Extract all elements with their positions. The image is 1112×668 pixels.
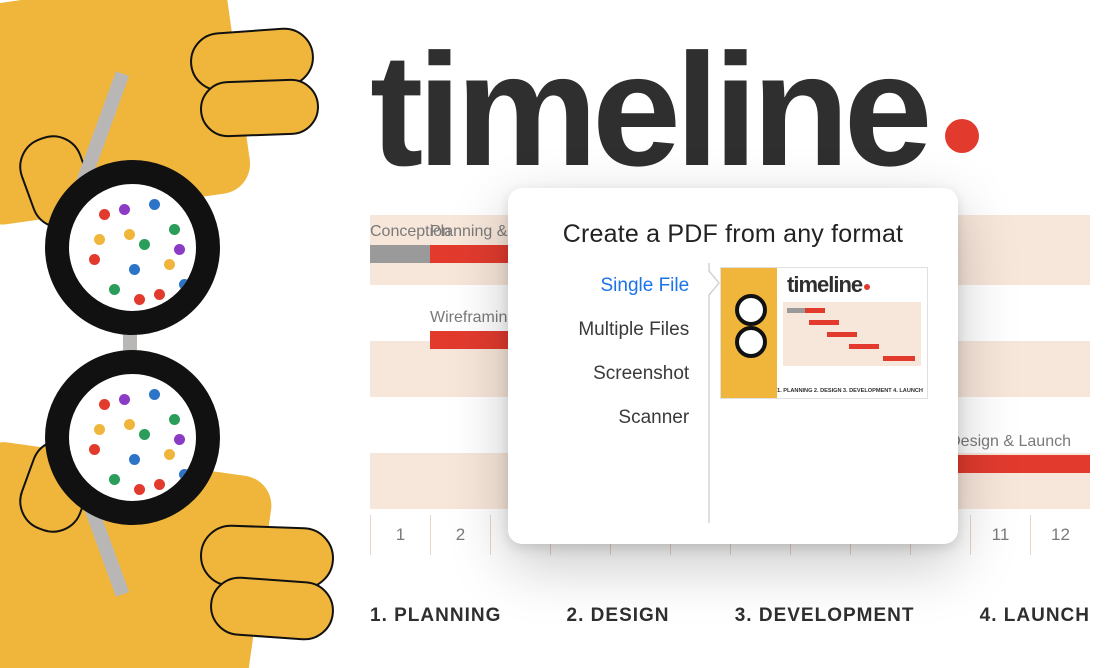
brand-word: timeline (370, 20, 927, 199)
create-pdf-dialog: Create a PDF from any format Single File… (508, 188, 958, 544)
preview-thumbnail: timeline 1. PLANNING2. DESIGN3. DEVELOPM… (720, 267, 928, 399)
phase-label: 3. DEVELOPMENT (735, 605, 915, 627)
phase-labels: 1. PLANNING 2. DESIGN 3. DEVELOPMENT 4. LAU… (370, 605, 1090, 627)
gantt-bar-label: Wireframing (430, 309, 516, 327)
gantt-month: 11 (970, 515, 1030, 555)
glasses-lens-bottom (45, 350, 220, 525)
preview-phase-label: 3. DEVELOPMENT (843, 388, 892, 394)
hands-glasses-illustration (0, 0, 320, 668)
phase-label: 4. LAUNCH (980, 605, 1090, 627)
brand-dot-icon (945, 119, 979, 153)
preview-phase-label: 2. DESIGN (814, 388, 842, 394)
phase-label: 1. PLANNING (370, 605, 501, 627)
gantt-bar: Conception (370, 245, 430, 263)
gantt-month: 12 (1030, 515, 1090, 555)
glasses-lens-top (45, 160, 220, 335)
gantt-month: 1 (370, 515, 430, 555)
dialog-option-screenshot[interactable]: Screenshot (538, 359, 689, 389)
preview-phase-label: 1. PLANNING (777, 388, 812, 394)
dialog-preview: timeline 1. PLANNING2. DESIGN3. DEVELOPM… (720, 271, 928, 531)
page-title: timeline (370, 30, 979, 190)
phase-label: 2. DESIGN (567, 605, 670, 627)
preview-title: timeline (787, 272, 862, 297)
dialog-title: Create a PDF from any format (538, 220, 928, 249)
dialog-option-single-file[interactable]: Single File (538, 271, 689, 301)
dialog-option-scanner[interactable]: Scanner (538, 403, 689, 433)
preview-phase-label: 4. LAUNCH (893, 388, 923, 394)
dialog-option-multiple-files[interactable]: Multiple Files (538, 315, 689, 345)
gantt-month: 2 (430, 515, 490, 555)
dialog-separator (699, 271, 720, 531)
dialog-option-list: Single File Multiple Files Screenshot Scann… (538, 271, 699, 531)
